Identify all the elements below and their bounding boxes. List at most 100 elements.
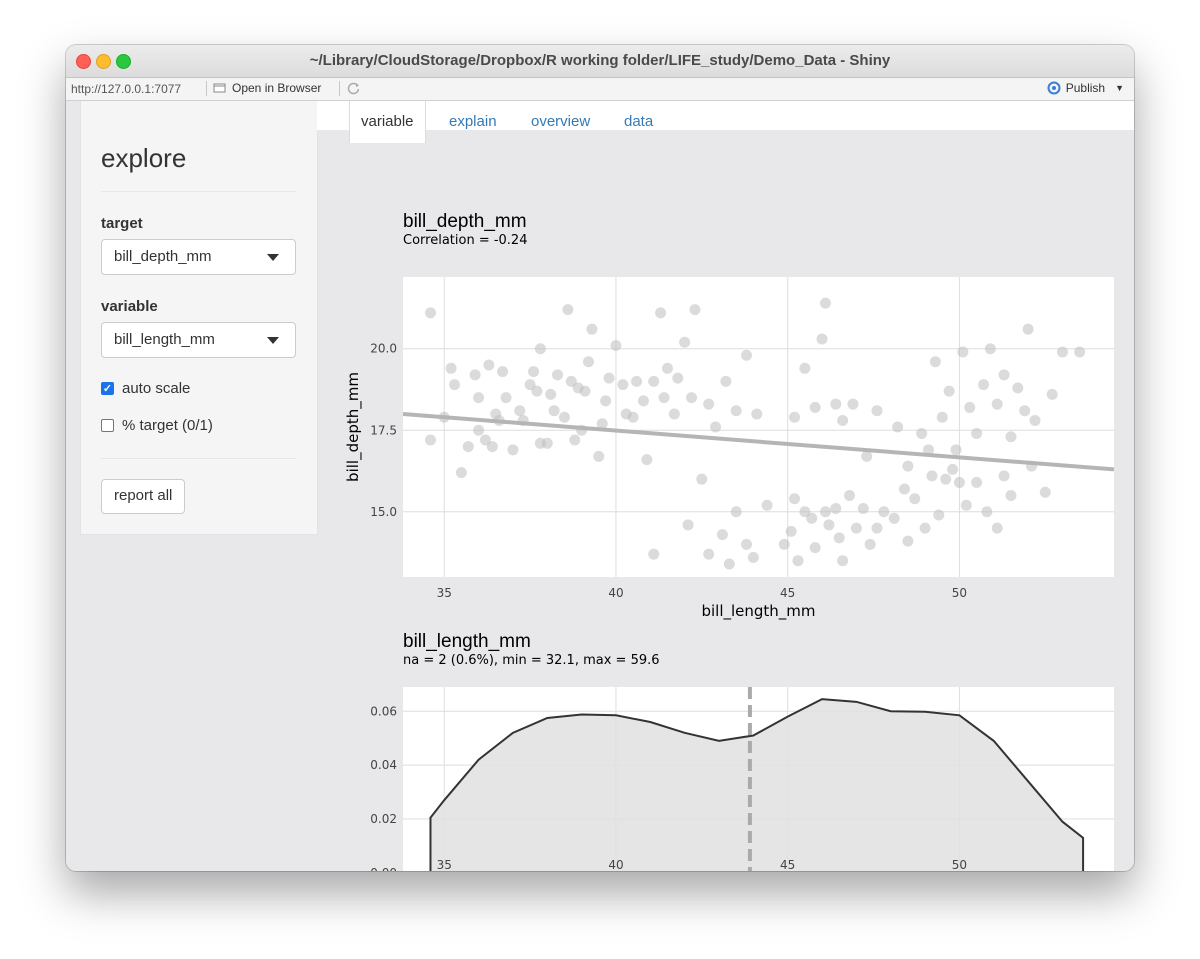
data-point bbox=[603, 372, 615, 384]
data-point bbox=[641, 454, 653, 466]
x-tick-label: 35 bbox=[437, 858, 452, 871]
data-point bbox=[672, 372, 684, 384]
data-point bbox=[661, 362, 673, 374]
data-point bbox=[541, 437, 553, 449]
data-point bbox=[864, 538, 876, 550]
data-point bbox=[507, 444, 519, 456]
chevron-down-icon[interactable]: ▼ bbox=[1115, 83, 1124, 93]
data-point bbox=[971, 476, 983, 488]
data-point bbox=[991, 522, 1003, 534]
data-point bbox=[871, 405, 883, 417]
y-tick-label: 0.00 bbox=[370, 866, 397, 871]
data-point bbox=[977, 379, 989, 391]
x-tick-label: 40 bbox=[608, 586, 623, 600]
divider bbox=[339, 81, 340, 96]
data-point bbox=[658, 392, 670, 404]
pct-target-checkbox[interactable]: % target (0/1) bbox=[101, 417, 213, 434]
tab-explain[interactable]: explain bbox=[449, 101, 497, 130]
browser-icon bbox=[213, 83, 226, 93]
data-point bbox=[1012, 382, 1024, 394]
data-point bbox=[528, 366, 540, 378]
data-point bbox=[919, 522, 931, 534]
data-point bbox=[902, 535, 914, 547]
tab-data[interactable]: data bbox=[624, 101, 653, 130]
sidebar-panel: explore target bill_depth_mm variable bi… bbox=[80, 101, 318, 535]
scatter-subtitle: Correlation = -0.24 bbox=[403, 233, 528, 248]
data-point bbox=[792, 555, 804, 567]
auto-scale-checkbox[interactable]: ✓ auto scale bbox=[101, 380, 190, 397]
target-select[interactable]: bill_depth_mm bbox=[101, 239, 296, 275]
app-content: explore target bill_depth_mm variable bi… bbox=[66, 101, 1134, 871]
data-point bbox=[686, 392, 698, 404]
y-axis-label: bill_depth_mm bbox=[344, 372, 363, 482]
data-point bbox=[730, 405, 742, 417]
refresh-icon[interactable] bbox=[346, 81, 361, 96]
data-point bbox=[981, 506, 993, 518]
data-point bbox=[789, 493, 801, 505]
data-point bbox=[582, 356, 594, 368]
data-point bbox=[627, 411, 639, 423]
y-tick-label: 17.5 bbox=[370, 423, 397, 437]
data-point bbox=[929, 356, 941, 368]
data-point bbox=[703, 548, 715, 560]
y-tick-label: 0.02 bbox=[370, 812, 397, 826]
y-tick-label: 20.0 bbox=[370, 342, 397, 356]
target-label: target bbox=[101, 215, 143, 232]
pct-target-label: % target (0/1) bbox=[122, 417, 213, 434]
data-point bbox=[785, 525, 797, 537]
data-point bbox=[806, 512, 818, 524]
data-point bbox=[909, 493, 921, 505]
data-point bbox=[655, 307, 667, 319]
tab-variable[interactable]: variable bbox=[349, 101, 426, 143]
data-point bbox=[844, 489, 856, 501]
density-plot: 35 40 45 50 0.00 0.02 0.04 0.06 bbox=[370, 687, 1114, 871]
data-point bbox=[562, 304, 574, 316]
data-point bbox=[497, 366, 509, 378]
data-point bbox=[579, 385, 591, 397]
data-point bbox=[534, 343, 546, 355]
data-point bbox=[631, 375, 643, 387]
data-point bbox=[823, 519, 835, 531]
y-tick-label: 0.04 bbox=[370, 758, 397, 772]
open-in-browser-button[interactable]: Open in Browser bbox=[213, 81, 321, 95]
publish-button[interactable]: Publish ▼ bbox=[1046, 81, 1124, 95]
data-point bbox=[679, 336, 691, 348]
data-point bbox=[648, 548, 660, 560]
data-point bbox=[789, 411, 801, 423]
data-point bbox=[449, 379, 461, 391]
data-point bbox=[720, 375, 732, 387]
data-point bbox=[1074, 346, 1086, 358]
data-point bbox=[1029, 414, 1041, 426]
checkbox-unchecked-icon[interactable] bbox=[101, 419, 114, 432]
data-point bbox=[696, 473, 708, 485]
data-point bbox=[943, 385, 955, 397]
data-point bbox=[486, 441, 498, 453]
variable-select-value: bill_length_mm bbox=[114, 331, 215, 348]
chevron-down-icon bbox=[267, 337, 279, 344]
data-point bbox=[483, 359, 495, 371]
data-point bbox=[953, 476, 965, 488]
data-point bbox=[902, 460, 914, 472]
report-all-button[interactable]: report all bbox=[101, 479, 186, 514]
auto-scale-label: auto scale bbox=[122, 380, 191, 397]
x-tick-label: 45 bbox=[780, 858, 795, 871]
target-select-value: bill_depth_mm bbox=[114, 248, 212, 265]
divider bbox=[101, 191, 296, 192]
data-point bbox=[1056, 346, 1068, 358]
checkbox-checked-icon[interactable]: ✓ bbox=[101, 382, 114, 395]
data-point bbox=[682, 519, 694, 531]
density-plot-header: bill_length_mm na = 2 (0.6%), min = 32.1… bbox=[403, 631, 660, 668]
plot-panel bbox=[403, 277, 1114, 577]
data-point bbox=[462, 441, 474, 453]
x-tick-label: 50 bbox=[952, 858, 967, 871]
publish-icon bbox=[1047, 81, 1061, 95]
data-point bbox=[600, 395, 612, 407]
tab-overview[interactable]: overview bbox=[531, 101, 590, 130]
data-point bbox=[916, 428, 928, 440]
url-text[interactable]: http://127.0.0.1:7077 bbox=[71, 82, 181, 96]
data-point bbox=[500, 392, 512, 404]
data-point bbox=[892, 421, 904, 433]
data-point bbox=[569, 434, 581, 446]
x-tick-label: 50 bbox=[952, 586, 967, 600]
variable-select[interactable]: bill_length_mm bbox=[101, 322, 296, 358]
